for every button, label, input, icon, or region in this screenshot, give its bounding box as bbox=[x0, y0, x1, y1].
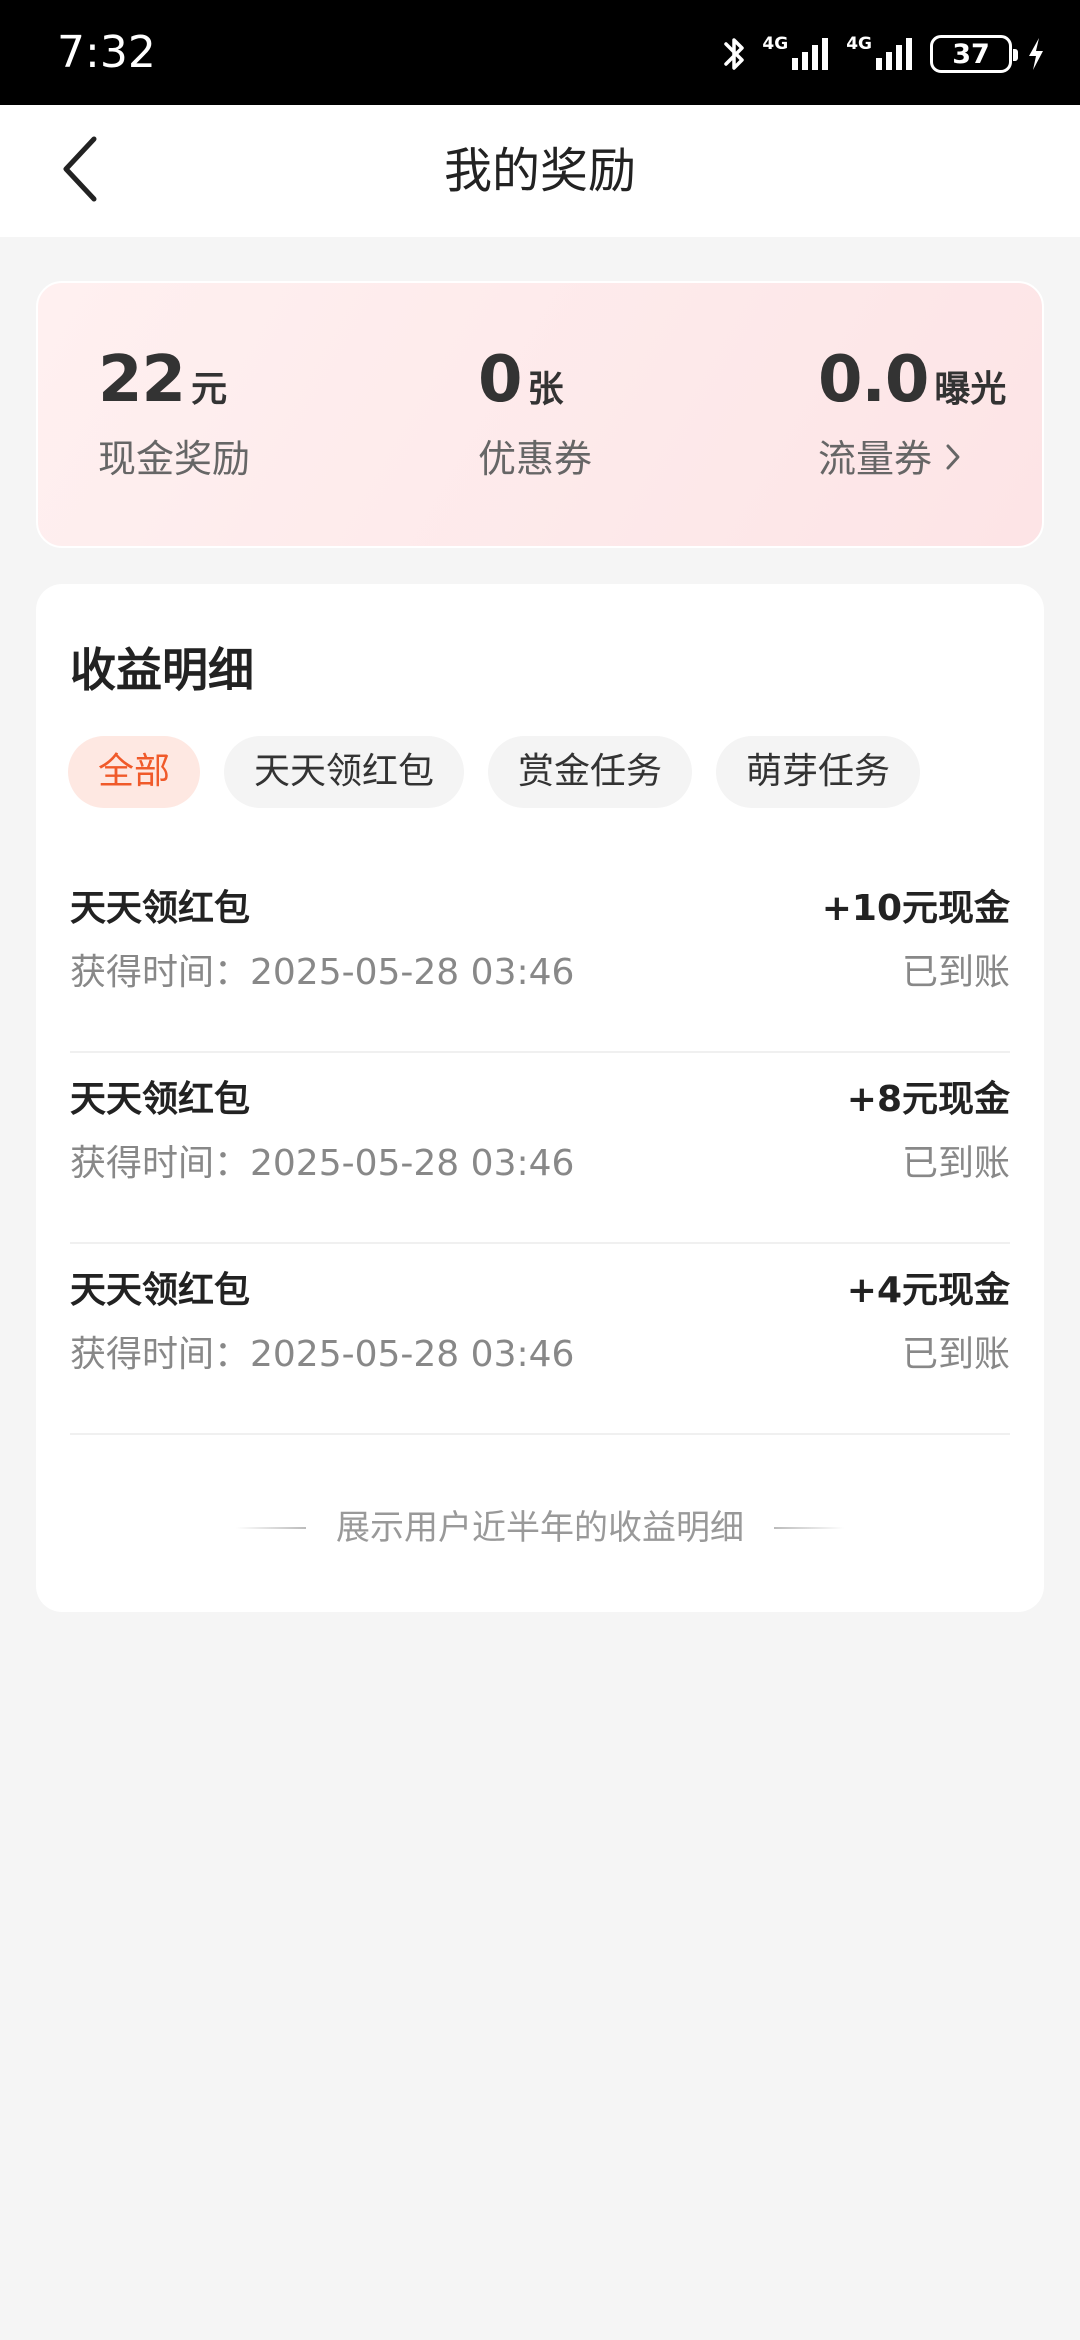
cash-reward-unit: 元 bbox=[191, 369, 228, 410]
record-time: 获得时间：2025-05-28 03:46 bbox=[70, 952, 575, 993]
status-bar: 7:32 4G 4G 37 bbox=[0, 0, 1080, 105]
coupon-value: 0 bbox=[478, 343, 523, 417]
status-icons: 4G 4G 37 bbox=[722, 30, 1046, 78]
page-title: 我的奖励 bbox=[443, 143, 636, 199]
earnings-detail-title: 收益明细 bbox=[70, 643, 254, 697]
record-status: 已到账 bbox=[901, 952, 1010, 993]
chevron-right-icon bbox=[932, 435, 962, 483]
battery-level: 37 bbox=[952, 38, 990, 70]
bluetooth-icon bbox=[722, 34, 748, 74]
record-amount: +8元现金 bbox=[846, 1079, 1010, 1120]
record-title: 天天领红包 bbox=[70, 1270, 251, 1311]
filter-tabs: 全部 天天领红包 赏金任务 萌芽任务 bbox=[68, 736, 921, 808]
header: 我的奖励 bbox=[0, 105, 1080, 237]
list-item: 天天领红包 +10元现金 获得时间：2025-05-28 03:46 已到账 bbox=[70, 862, 1010, 1053]
tab-bounty-task[interactable]: 赏金任务 bbox=[488, 736, 693, 808]
record-amount: +4元现金 bbox=[846, 1270, 1010, 1311]
divider-line bbox=[236, 1527, 306, 1529]
footer-note: 展示用户近半年的收益明细 bbox=[36, 1504, 1044, 1552]
traffic-coupon-label: 流量券 bbox=[818, 437, 933, 481]
record-title: 天天领红包 bbox=[70, 1079, 251, 1120]
traffic-coupon-unit: 曝光 bbox=[934, 369, 1007, 410]
charging-icon bbox=[1026, 36, 1046, 72]
footer-note-text: 展示用户近半年的收益明细 bbox=[336, 1508, 744, 1548]
record-amount: +10元现金 bbox=[821, 888, 1010, 929]
cash-reward-value: 22 bbox=[98, 343, 186, 417]
coupon-unit: 张 bbox=[527, 369, 564, 410]
tab-sprout-task[interactable]: 萌芽任务 bbox=[716, 736, 921, 808]
signal-4g-icon: 4G bbox=[762, 36, 832, 72]
network-type-label: 4G bbox=[846, 34, 872, 54]
coupon-stat[interactable]: 0 张 优惠券 bbox=[478, 343, 592, 483]
record-title: 天天领红包 bbox=[70, 888, 251, 929]
reward-summary-card: 22 元 现金奖励 0 张 优惠券 0.0 曝光 流量券 bbox=[36, 281, 1044, 548]
record-status: 已到账 bbox=[901, 1334, 1010, 1375]
earnings-record-list: 天天领红包 +10元现金 获得时间：2025-05-28 03:46 已到账 天… bbox=[70, 862, 1010, 1435]
coupon-label: 优惠券 bbox=[478, 437, 593, 481]
record-status: 已到账 bbox=[901, 1143, 1010, 1184]
list-item: 天天领红包 +4元现金 获得时间：2025-05-28 03:46 已到账 bbox=[70, 1244, 1010, 1435]
earnings-detail-card: 收益明细 全部 天天领红包 赏金任务 萌芽任务 天天领红包 +10元现金 获得时… bbox=[36, 584, 1044, 1612]
status-time: 7:32 bbox=[57, 27, 156, 78]
divider-line bbox=[774, 1527, 844, 1529]
cash-reward-label: 现金奖励 bbox=[98, 437, 251, 481]
cash-reward-stat[interactable]: 22 元 现金奖励 bbox=[98, 343, 250, 483]
traffic-coupon-value: 0.0 bbox=[818, 343, 929, 417]
traffic-coupon-stat[interactable]: 0.0 曝光 流量券 bbox=[818, 343, 1006, 483]
tab-daily-red-packet[interactable]: 天天领红包 bbox=[224, 736, 465, 808]
list-item: 天天领红包 +8元现金 获得时间：2025-05-28 03:46 已到账 bbox=[70, 1053, 1010, 1244]
signal-4g-icon: 4G bbox=[846, 36, 916, 72]
battery-icon: 37 bbox=[930, 35, 1018, 73]
network-type-label: 4G bbox=[762, 34, 789, 54]
record-time: 获得时间：2025-05-28 03:46 bbox=[70, 1143, 575, 1184]
record-time: 获得时间：2025-05-28 03:46 bbox=[70, 1334, 575, 1375]
tab-all[interactable]: 全部 bbox=[68, 736, 201, 808]
traffic-coupon-label-row: 流量券 bbox=[818, 435, 1006, 483]
